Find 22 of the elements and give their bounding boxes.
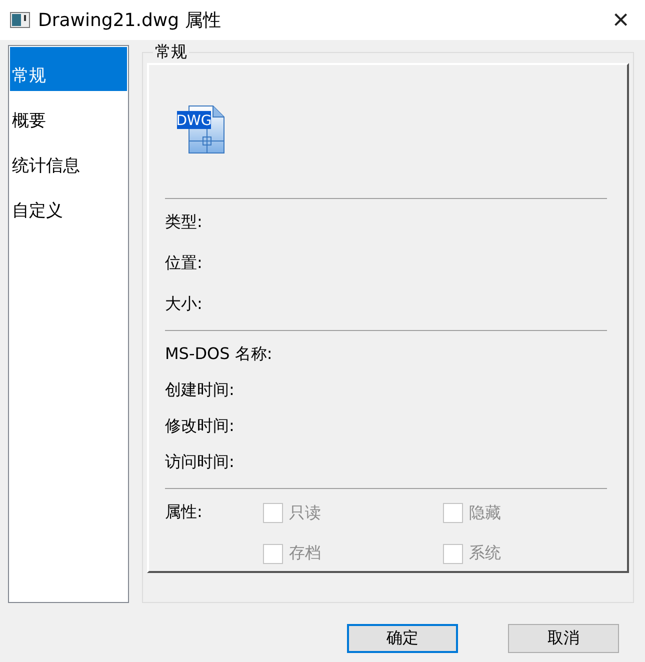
property-label: 访问时间:	[165, 452, 236, 473]
property-label: 修改时间:	[165, 416, 236, 437]
property-label: MS-DOS 名称:	[165, 344, 274, 365]
checkbox-label: 存档	[289, 543, 321, 564]
window-title: Drawing21.dwg 属性	[38, 9, 222, 32]
dialog-button[interactable]: 确定	[347, 624, 458, 653]
property-label: 位置:	[165, 253, 204, 274]
property-label: 类型:	[165, 212, 204, 233]
app-icon	[10, 12, 30, 28]
checkbox-label: 系统	[469, 543, 501, 564]
property-label: 创建时间:	[165, 380, 236, 401]
checkbox-label: 只读	[289, 502, 321, 524]
sidebar-item[interactable]: 统计信息	[10, 137, 127, 181]
dialog-button[interactable]: 取消	[508, 624, 619, 653]
checkbox-label: 隐藏	[469, 502, 501, 524]
sidebar-item[interactable]: 自定义	[10, 182, 127, 226]
sidebar-item[interactable]: 常规	[10, 47, 127, 91]
property-label: 大小:	[165, 294, 204, 315]
sidebar-item[interactable]: 概要	[10, 92, 127, 136]
close-button[interactable]: ×	[608, 6, 633, 34]
attributes-label: 属性:	[165, 502, 204, 523]
group-title: 常规	[154, 42, 188, 63]
